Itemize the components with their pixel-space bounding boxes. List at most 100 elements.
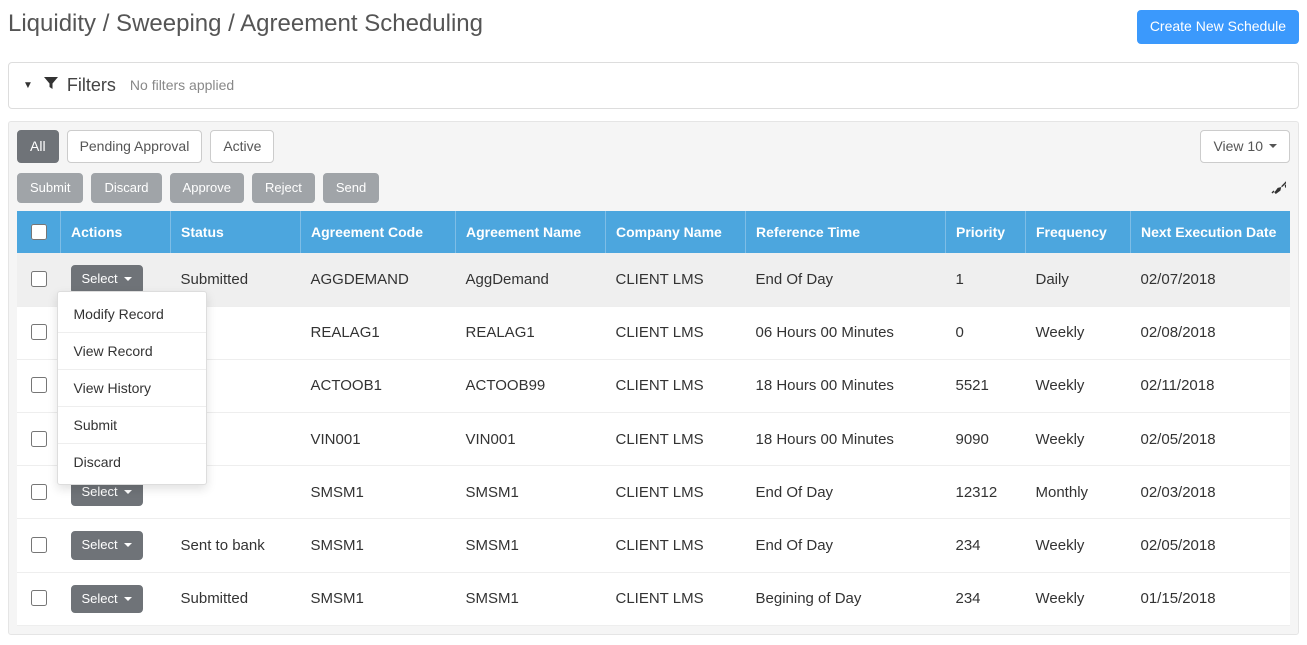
table-row: SelectVIN001VIN001CLIENT LMS18 Hours 00 … bbox=[17, 412, 1290, 465]
cell-priority: 234 bbox=[946, 519, 1026, 572]
filters-status-text: No filters applied bbox=[130, 77, 234, 93]
cell-reference-time: End Of Day bbox=[746, 253, 946, 306]
tab-active[interactable]: Active bbox=[210, 130, 274, 164]
cell-next-execution-date: 02/08/2018 bbox=[1131, 306, 1291, 359]
reject-button[interactable]: Reject bbox=[252, 173, 315, 203]
cell-company-name: CLIENT LMS bbox=[606, 253, 746, 306]
caret-down-icon bbox=[124, 277, 132, 281]
select-all-checkbox[interactable] bbox=[31, 224, 47, 240]
filter-icon bbox=[43, 75, 59, 95]
col-agreement-name[interactable]: Agreement Name bbox=[456, 211, 606, 253]
cell-next-execution-date: 02/11/2018 bbox=[1131, 359, 1291, 412]
col-reference-time[interactable]: Reference Time bbox=[746, 211, 946, 253]
cell-agreement-code: REALAG1 bbox=[301, 306, 456, 359]
col-next-execution-date[interactable]: Next Execution Date bbox=[1131, 211, 1291, 253]
caret-down-icon bbox=[124, 543, 132, 547]
cell-agreement-code: SMSM1 bbox=[301, 519, 456, 572]
col-status[interactable]: Status bbox=[171, 211, 301, 253]
cell-agreement-name: AggDemand bbox=[456, 253, 606, 306]
cell-agreement-code: AGGDEMAND bbox=[301, 253, 456, 306]
row-select-dropdown[interactable]: Select bbox=[71, 265, 143, 293]
row-checkbox[interactable] bbox=[31, 431, 47, 447]
table-row: SelectACTOOB1ACTOOB99CLIENT LMS18 Hours … bbox=[17, 359, 1290, 412]
cell-company-name: CLIENT LMS bbox=[606, 572, 746, 625]
view-count-dropdown[interactable]: View 10 bbox=[1200, 130, 1290, 164]
cell-company-name: CLIENT LMS bbox=[606, 306, 746, 359]
select-label: Select bbox=[82, 270, 118, 288]
row-checkbox[interactable] bbox=[31, 324, 47, 340]
create-new-schedule-button[interactable]: Create New Schedule bbox=[1137, 10, 1299, 44]
table-row: SelectModify RecordView RecordView Histo… bbox=[17, 253, 1290, 306]
cell-reference-time: End Of Day bbox=[746, 519, 946, 572]
approve-button[interactable]: Approve bbox=[170, 173, 244, 203]
cell-frequency: Daily bbox=[1026, 253, 1131, 306]
settings-icon[interactable] bbox=[1266, 174, 1290, 203]
cell-next-execution-date: 02/07/2018 bbox=[1131, 253, 1291, 306]
row-select-dropdown[interactable]: Select bbox=[71, 585, 143, 613]
cell-status: Sent to bank bbox=[171, 519, 301, 572]
view-count-label: View 10 bbox=[1213, 137, 1263, 157]
cell-frequency: Weekly bbox=[1026, 359, 1131, 412]
cell-frequency: Weekly bbox=[1026, 572, 1131, 625]
row-checkbox[interactable] bbox=[31, 484, 47, 500]
cell-agreement-name: SMSM1 bbox=[456, 572, 606, 625]
cell-reference-time: 18 Hours 00 Minutes bbox=[746, 359, 946, 412]
filters-panel[interactable]: ▼ Filters No filters applied bbox=[8, 62, 1299, 109]
col-frequency[interactable]: Frequency bbox=[1026, 211, 1131, 253]
cell-agreement-name: ACTOOB99 bbox=[456, 359, 606, 412]
cell-company-name: CLIENT LMS bbox=[606, 359, 746, 412]
cell-priority: 234 bbox=[946, 572, 1026, 625]
cell-agreement-code: SMSM1 bbox=[301, 572, 456, 625]
cell-agreement-name: VIN001 bbox=[456, 412, 606, 465]
cell-priority: 0 bbox=[946, 306, 1026, 359]
row-checkbox[interactable] bbox=[31, 377, 47, 393]
cell-priority: 1 bbox=[946, 253, 1026, 306]
menu-submit[interactable]: Submit bbox=[58, 407, 206, 443]
cell-agreement-code: VIN001 bbox=[301, 412, 456, 465]
col-agreement-code[interactable]: Agreement Code bbox=[301, 211, 456, 253]
col-company-name[interactable]: Company Name bbox=[606, 211, 746, 253]
submit-button[interactable]: Submit bbox=[17, 173, 83, 203]
cell-reference-time: Begining of Day bbox=[746, 572, 946, 625]
page-title: Liquidity / Sweeping / Agreement Schedul… bbox=[8, 10, 483, 38]
select-label: Select bbox=[82, 536, 118, 554]
filters-title: Filters bbox=[67, 75, 116, 96]
cell-priority: 5521 bbox=[946, 359, 1026, 412]
tab-all[interactable]: All bbox=[17, 130, 59, 164]
caret-down-icon bbox=[124, 597, 132, 601]
table-row: SelectREALAG1REALAG1CLIENT LMS06 Hours 0… bbox=[17, 306, 1290, 359]
caret-down-icon bbox=[1269, 144, 1277, 148]
cell-next-execution-date: 02/05/2018 bbox=[1131, 412, 1291, 465]
row-select-dropdown[interactable]: Select bbox=[71, 531, 143, 559]
cell-agreement-code: ACTOOB1 bbox=[301, 359, 456, 412]
menu-view-history[interactable]: View History bbox=[58, 370, 206, 406]
row-checkbox[interactable] bbox=[31, 590, 47, 606]
menu-view-record[interactable]: View Record bbox=[58, 333, 206, 369]
caret-down-icon bbox=[124, 490, 132, 494]
cell-priority: 12312 bbox=[946, 466, 1026, 519]
cell-agreement-name: SMSM1 bbox=[456, 466, 606, 519]
row-checkbox[interactable] bbox=[31, 537, 47, 553]
col-actions: Actions bbox=[61, 211, 171, 253]
cell-next-execution-date: 02/05/2018 bbox=[1131, 519, 1291, 572]
select-label: Select bbox=[82, 483, 118, 501]
table-row: SelectSubmittedSMSM1SMSM1CLIENT LMSBegin… bbox=[17, 572, 1290, 625]
collapse-icon: ▼ bbox=[23, 80, 33, 91]
row-checkbox[interactable] bbox=[31, 271, 47, 287]
table-row: SelectSMSM1SMSM1CLIENT LMSEnd Of Day1231… bbox=[17, 466, 1290, 519]
tab-pending-approval[interactable]: Pending Approval bbox=[67, 130, 203, 164]
menu-modify-record[interactable]: Modify Record bbox=[58, 296, 206, 332]
cell-company-name: CLIENT LMS bbox=[606, 466, 746, 519]
cell-reference-time: 18 Hours 00 Minutes bbox=[746, 412, 946, 465]
menu-discard[interactable]: Discard bbox=[58, 444, 206, 480]
discard-button[interactable]: Discard bbox=[91, 173, 161, 203]
cell-reference-time: 06 Hours 00 Minutes bbox=[746, 306, 946, 359]
table-row: SelectSent to bankSMSM1SMSM1CLIENT LMSEn… bbox=[17, 519, 1290, 572]
cell-next-execution-date: 02/03/2018 bbox=[1131, 466, 1291, 519]
cell-priority: 9090 bbox=[946, 412, 1026, 465]
send-button[interactable]: Send bbox=[323, 173, 379, 203]
row-actions-menu: Modify RecordView RecordView HistorySubm… bbox=[57, 291, 207, 485]
col-priority[interactable]: Priority bbox=[946, 211, 1026, 253]
cell-reference-time: End Of Day bbox=[746, 466, 946, 519]
cell-status: Submitted bbox=[171, 572, 301, 625]
